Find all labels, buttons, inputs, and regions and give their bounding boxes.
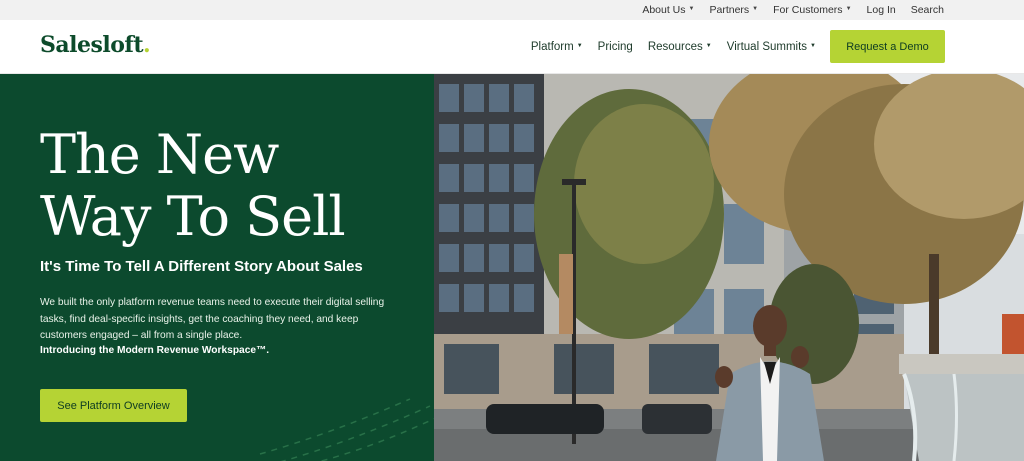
salesloft-logo[interactable]: Salesloft. [40,32,151,58]
request-demo-button[interactable]: Request a Demo [830,30,945,63]
nav-resources-label: Resources [647,41,703,53]
utility-about-us-label: About Us [642,4,686,16]
utility-about-us[interactable]: About Us ▼ [642,4,694,16]
hero-title-line1: The New [40,123,279,186]
caret-down-icon: ▼ [845,6,852,12]
hero-video-image[interactable] [434,74,1024,461]
nav-pricing-label: Pricing [597,41,633,53]
utility-search[interactable]: Search [911,4,944,16]
hero-title: The New Way To Sell [40,123,346,248]
caret-down-icon: ▼ [688,6,695,12]
hero-panel: The New Way To Sell It's Time To Tell A … [0,74,434,461]
nav-pricing[interactable]: Pricing [598,41,633,53]
decorative-lines [259,398,434,461]
nav-platform[interactable]: Platform ▼ [531,41,583,53]
utility-search-label: Search [910,4,944,16]
caret-down-icon: ▼ [705,43,712,49]
main-header: Salesloft. Platform ▼ Pricing Resources … [0,20,1024,74]
hero-emphasis: Introducing the Modern Revenue Workspace… [40,345,270,356]
utility-bar: About Us ▼ Partners ▼ For Customers ▼ Lo… [0,0,1024,20]
caret-down-icon: ▼ [752,6,759,12]
logo-text: Salesloft [40,32,144,58]
logo-dot: . [143,32,151,58]
utility-for-customers-label: For Customers [773,4,843,16]
nav-resources[interactable]: Resources ▼ [648,41,712,53]
hero-body: We built the only platform revenue teams… [40,297,385,341]
utility-partners[interactable]: Partners ▼ [709,4,758,16]
utility-for-customers[interactable]: For Customers ▼ [773,4,851,16]
see-platform-overview-button[interactable]: See Platform Overview [40,389,187,422]
nav-platform-label: Platform [530,41,574,53]
nav-virtual-summits-label: Virtual Summits [726,41,808,53]
nav-virtual-summits[interactable]: Virtual Summits ▼ [727,41,816,53]
utility-log-in-label: Log In [866,4,896,16]
caret-down-icon: ▼ [810,43,816,49]
main-nav: Platform ▼ Pricing Resources ▼ Virtual S… [516,20,816,74]
hero-title-line2: Way To Sell [40,185,346,248]
caret-down-icon: ▼ [576,43,583,49]
hero-subtitle: It's Time To Tell A Different Story Abou… [40,258,363,275]
hero-scene [434,74,1024,461]
utility-partners-label: Partners [709,4,750,16]
utility-log-in[interactable]: Log In [867,4,896,16]
